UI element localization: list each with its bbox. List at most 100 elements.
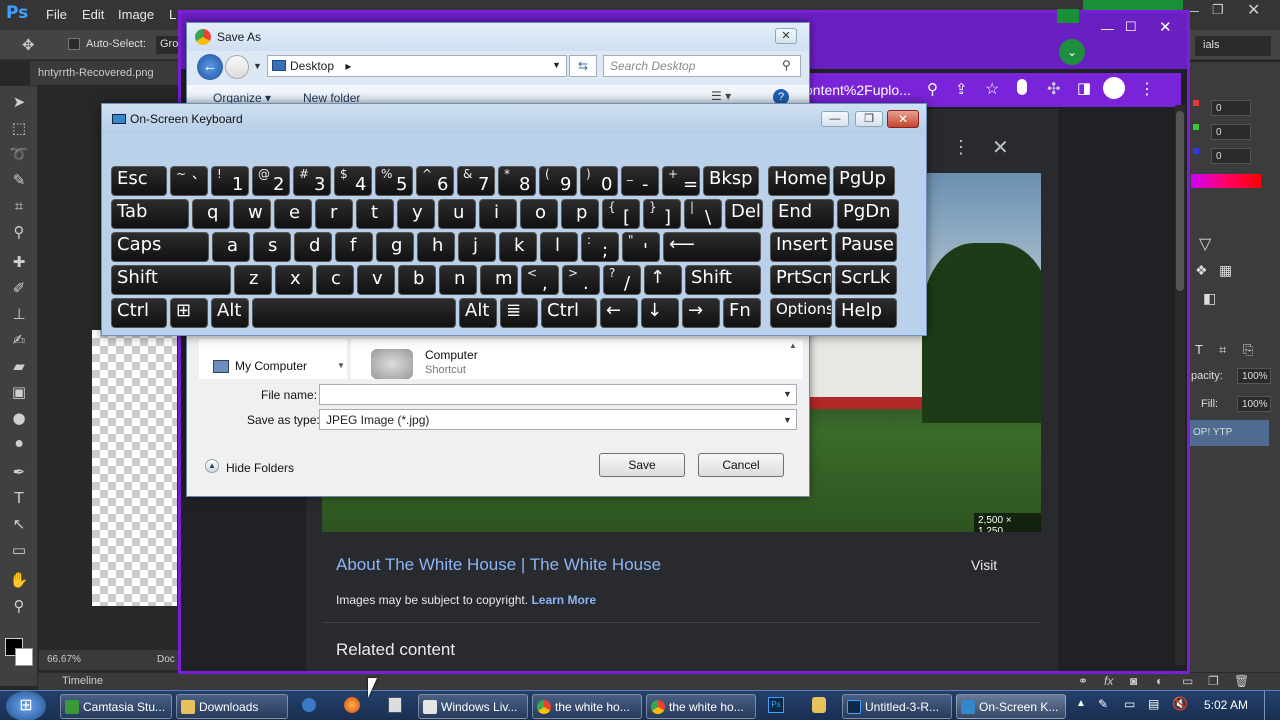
osk-key-g[interactable]: g [376, 232, 414, 262]
gradient-tool-icon[interactable]: ▣ [9, 382, 29, 402]
refresh-icon[interactable]: ⇆ [569, 55, 597, 77]
osk-key-help[interactable]: Help [835, 298, 897, 328]
back-arrow-icon[interactable]: ← [197, 54, 223, 80]
file-name-dropdown-icon[interactable]: ▼ [783, 389, 792, 399]
ps-close-icon[interactable]: ✕ [1247, 0, 1260, 20]
osk-key-esc[interactable]: Esc [111, 166, 167, 196]
osk-key-0[interactable]: ) 0 [580, 166, 618, 196]
osk-key-j[interactable]: j [458, 232, 496, 262]
osk-key-r[interactable]: r [315, 199, 353, 229]
firefox-icon[interactable] [344, 697, 360, 713]
osk-key-s[interactable]: s [253, 232, 291, 262]
taskbar-pinned-icon-3[interactable] [812, 697, 826, 713]
puzzle-extensions-icon[interactable]: ✣ [1047, 79, 1060, 99]
osk-key-4[interactable]: $4 [334, 166, 372, 196]
shape-tool-icon[interactable]: ▭ [9, 540, 29, 560]
osk-key-k[interactable]: k [499, 232, 537, 262]
forward-arrow-icon[interactable] [225, 55, 249, 79]
osk-key-z[interactable]: z [234, 265, 272, 295]
osk-key-sym5[interactable]: ≣ [500, 298, 538, 328]
breadcrumb-arrow-icon[interactable]: ▸ [345, 59, 351, 73]
delete-layer-icon[interactable]: 🗑 [1234, 674, 1249, 688]
osk-key-insert[interactable]: Insert [770, 232, 832, 262]
osk-key-8[interactable]: * 8 [498, 166, 536, 196]
osk-key-y[interactable]: y [397, 199, 435, 229]
osk-key-p[interactable]: p [561, 199, 599, 229]
osk-key-sym11[interactable]: {[ [602, 199, 640, 229]
osk-key-a[interactable]: a [212, 232, 250, 262]
osk-key-scrlk[interactable]: ScrLk [835, 265, 897, 295]
volume-muted-icon[interactable]: 🔇 [1172, 696, 1188, 712]
hide-folders-chevron-icon[interactable]: ▲ [205, 459, 219, 473]
layer-filter-smart-icon[interactable]: ⎘ [1243, 342, 1253, 358]
opacity-value[interactable]: 100% [1237, 368, 1271, 384]
ps-restore-icon[interactable]: ❐ [1212, 2, 1224, 18]
taskbar-windows-live[interactable]: Windows Liv... [418, 694, 528, 719]
layer-filter-type-icon[interactable]: T [1195, 342, 1203, 357]
menu-image[interactable]: Image [118, 7, 154, 22]
recent-chevron-down-icon[interactable]: ▼ [253, 61, 262, 71]
osk-key-del[interactable]: Del [725, 199, 763, 229]
share-icon[interactable]: ⇪ [955, 80, 968, 98]
osk-key-pause[interactable]: Pause [835, 232, 897, 262]
crop-tool-icon[interactable]: ⌗ [9, 196, 29, 216]
profile-avatar[interactable] [1103, 77, 1125, 99]
red-value[interactable]: 0 [1211, 100, 1251, 116]
osk-key-sym8[interactable]: <, [521, 265, 559, 295]
menu-layer[interactable]: L [169, 7, 176, 22]
osk-key-l[interactable]: l [540, 232, 578, 262]
network-icon[interactable]: ▤ [1148, 697, 1159, 711]
nav-scroll-down-icon[interactable]: ▼ [337, 361, 345, 370]
pen-tool-icon[interactable]: ✒ [9, 462, 29, 482]
quick-select-tool-icon[interactable]: ✎ [9, 170, 29, 190]
osk-key-v[interactable]: v [357, 265, 395, 295]
zoom-tool-icon[interactable]: ⚲ [9, 596, 29, 616]
url-text[interactable]: ontent%2Fuplo... [805, 82, 911, 98]
osk-key-i[interactable]: i [479, 199, 517, 229]
brush-tool-icon[interactable]: ✐ [9, 278, 29, 298]
blur-tool-icon[interactable]: ● [9, 408, 29, 428]
layer-row-selected[interactable]: OP! YTP [1189, 420, 1269, 446]
osk-key-w[interactable]: w [233, 199, 271, 229]
extension-icon[interactable] [1017, 79, 1027, 95]
tray-display-icon[interactable]: ▭ [1124, 697, 1135, 711]
osk-key-c[interactable]: c [316, 265, 354, 295]
osk-key-b[interactable]: b [398, 265, 436, 295]
osk-key-alt[interactable]: Alt [211, 298, 249, 328]
search-icon[interactable]: ⚲ [782, 58, 791, 72]
taskbar-photoshop-doc[interactable]: Untitled-3-R... [842, 694, 952, 719]
eraser-tool-icon[interactable]: ▰ [9, 356, 29, 376]
adjustment-layer-icon[interactable]: ◐ [1156, 674, 1163, 688]
path-select-tool-icon[interactable]: ↖ [9, 514, 29, 534]
osk-key-sym11[interactable]: " ' [622, 232, 660, 262]
taskbar-downloads[interactable]: Downloads [176, 694, 288, 719]
list-scroll-icon[interactable]: ▲ [789, 341, 797, 350]
adjustment-triangle-icon[interactable]: ▽ [1199, 234, 1211, 254]
save-type-select[interactable]: JPEG Image (*.jpg) [319, 409, 797, 430]
osk-key-tab[interactable]: Tab [111, 199, 189, 229]
search-icon[interactable]: ⚲ [927, 80, 938, 98]
osk-key-bksp[interactable]: Bksp [703, 166, 759, 196]
eyedropper-tool-icon[interactable]: ⚲ [9, 222, 29, 242]
osk-key-sym9[interactable]: >. [562, 265, 600, 295]
bookmark-star-icon[interactable]: ☆ [985, 79, 999, 99]
scrollbar-thumb[interactable] [1176, 111, 1184, 291]
grid-adjustment-icon[interactable]: ▦ [1219, 262, 1232, 279]
osk-key-f[interactable]: f [335, 232, 373, 262]
nav-my-computer[interactable]: My Computer [235, 359, 307, 373]
zoom-level[interactable]: 66.67% [47, 654, 81, 665]
marquee-tool-icon[interactable]: ⬚ [9, 118, 29, 138]
menu-file[interactable]: File [46, 7, 67, 22]
osk-key-u[interactable]: u [438, 199, 476, 229]
background-color-swatch[interactable] [15, 648, 33, 666]
osk-key-prtscn[interactable]: PrtScn [770, 265, 832, 295]
osk-key-2[interactable]: @2 [252, 166, 290, 196]
start-button-icon[interactable]: ⊞ [6, 691, 46, 720]
chrome-address-bar[interactable]: ontent%2Fuplo... ⚲ ⇪ ☆ ✣ ◨ ⋮ [801, 73, 1181, 107]
osk-key-fn[interactable]: Fn [723, 298, 761, 328]
green-value[interactable]: 0 [1211, 124, 1251, 140]
osk-key-9[interactable]: (9 [539, 166, 577, 196]
osk-key-x[interactable]: x [275, 265, 313, 295]
clock[interactable]: 5:02 AM [1204, 698, 1248, 712]
osk-key-pgup[interactable]: PgUp [833, 166, 895, 196]
